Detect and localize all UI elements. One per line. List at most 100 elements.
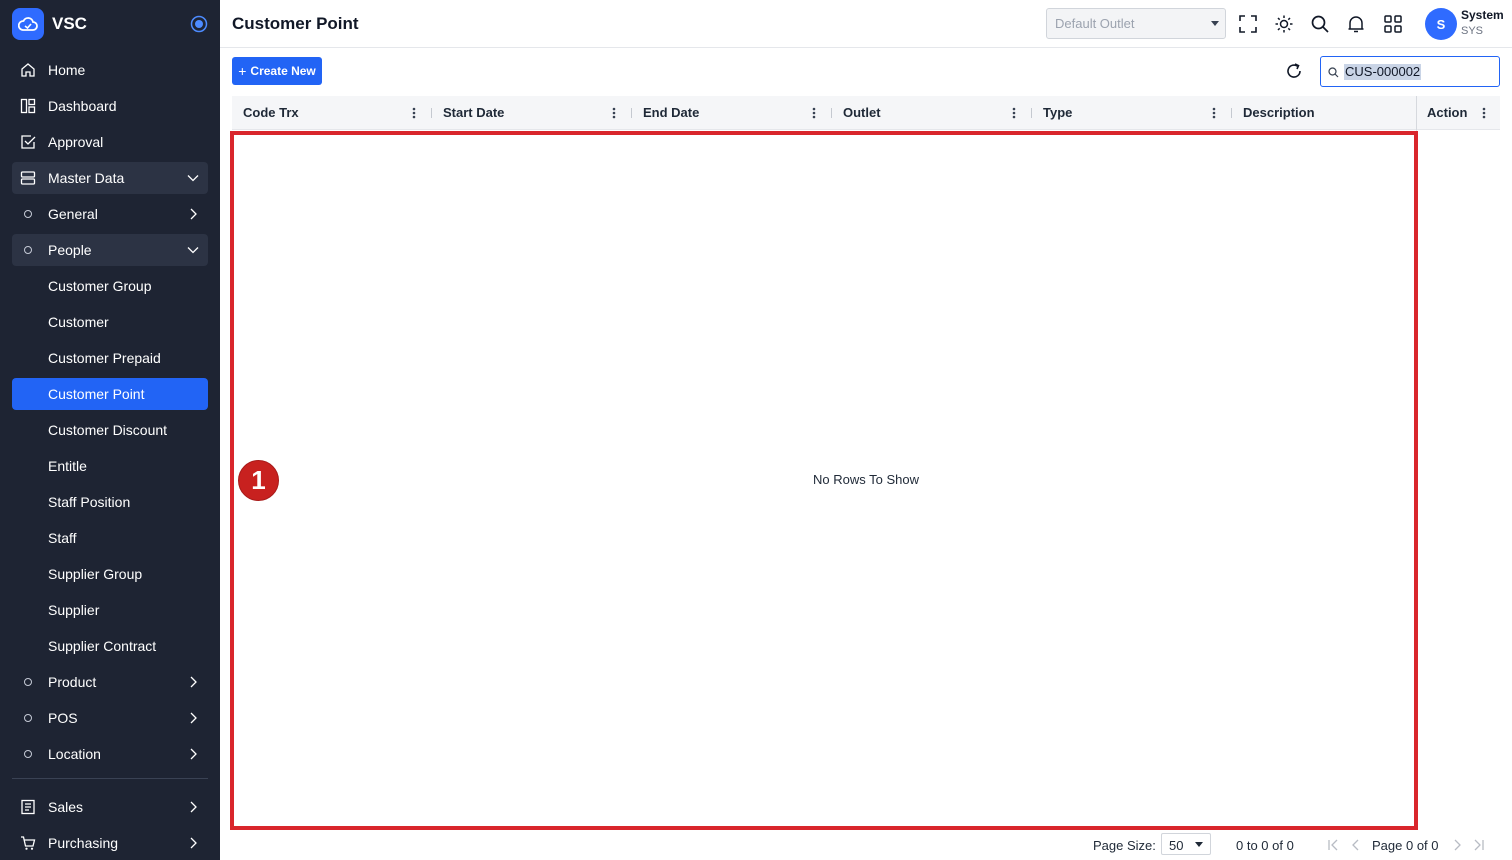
chevron-right-icon [190, 712, 197, 724]
search-input-value: CUS-000002 [1344, 64, 1422, 80]
page-size-label: Page Size: [1093, 838, 1156, 853]
bullet-icon [24, 750, 32, 758]
outlet-select-placeholder: Default Outlet [1055, 16, 1135, 31]
brand[interactable]: VSC [12, 8, 208, 40]
column-label: Type [1043, 105, 1073, 120]
bullet-icon [24, 210, 32, 218]
fullscreen-icon[interactable] [1238, 14, 1258, 34]
next-page-icon[interactable] [1451, 838, 1463, 852]
sidebar-item-label: Customer [48, 314, 109, 330]
home-icon [21, 63, 35, 77]
sidebar-item-label: Staff [48, 530, 77, 546]
column-label: End Date [643, 105, 700, 120]
column-header-description[interactable]: Description [1232, 96, 1416, 130]
column-menu-icon[interactable] [612, 107, 616, 119]
sidebar-item-customer-group[interactable]: Customer Group [12, 270, 208, 302]
sidebar-item-staff-position[interactable]: Staff Position [12, 486, 208, 518]
bell-icon[interactable] [1346, 14, 1366, 34]
create-new-label: Create New [250, 64, 316, 78]
sidebar-item-supplier[interactable]: Supplier [12, 594, 208, 626]
last-page-icon[interactable] [1473, 838, 1485, 852]
sidebar-item-label: Customer Prepaid [48, 350, 161, 366]
first-page-icon[interactable] [1327, 838, 1339, 852]
column-menu-icon[interactable] [1012, 107, 1016, 119]
column-header-end-date[interactable]: End Date [632, 96, 832, 130]
sidebar: VSC Home Dashboard Approval Master Data … [0, 0, 220, 860]
app-name: VSC [52, 14, 87, 33]
sidebar-item-label: Customer Discount [48, 422, 168, 438]
chevron-right-icon [190, 837, 197, 849]
column-label: Start Date [443, 105, 505, 120]
sidebar-item-label: Sales [48, 799, 84, 815]
sidebar-item-customer-point[interactable]: Customer Point [12, 378, 208, 410]
sidebar-item-dashboard[interactable]: Dashboard [12, 90, 208, 122]
sidebar-item-customer[interactable]: Customer [12, 306, 208, 338]
sidebar-item-label: Supplier Contract [48, 638, 157, 654]
search-icon[interactable] [1310, 14, 1330, 34]
sidebar-item-home[interactable]: Home [12, 54, 208, 86]
column-label: Outlet [843, 105, 881, 120]
column-label: Description [1243, 105, 1315, 120]
sidebar-item-label: Entitle [48, 458, 87, 474]
sidebar-item-sales[interactable]: Sales [12, 791, 208, 823]
sidebar-item-approval[interactable]: Approval [12, 126, 208, 158]
page-title: Customer Point [232, 14, 359, 33]
chevron-down-icon [187, 247, 199, 254]
search-icon [1328, 67, 1339, 78]
sidebar-item-supplier-contract[interactable]: Supplier Contract [12, 630, 208, 662]
sidebar-pin-icon[interactable] [190, 15, 208, 33]
sidebar-item-general[interactable]: General [12, 198, 208, 230]
apps-grid-icon[interactable] [1383, 14, 1403, 34]
sidebar-item-location[interactable]: Location [12, 738, 208, 770]
sidebar-item-product[interactable]: Product [12, 666, 208, 698]
sidebar-item-staff[interactable]: Staff [12, 522, 208, 554]
column-header-type[interactable]: Type [1032, 96, 1232, 130]
outlet-select[interactable]: Default Outlet [1046, 8, 1226, 39]
chevron-right-icon [190, 208, 197, 220]
column-header-action[interactable]: Action [1416, 96, 1500, 130]
user-name: System [1461, 8, 1504, 22]
sidebar-item-pos[interactable]: POS [12, 702, 208, 734]
page-size-select[interactable]: 50 [1161, 833, 1211, 855]
column-menu-icon[interactable] [412, 107, 416, 119]
cloud-logo-icon [12, 8, 44, 40]
search-input[interactable]: CUS-000002 [1320, 56, 1500, 87]
chevron-down-icon [187, 175, 199, 182]
chevron-right-icon [190, 801, 197, 813]
sidebar-item-customer-discount[interactable]: Customer Discount [12, 414, 208, 446]
dashboard-icon [20, 98, 36, 114]
sidebar-divider [12, 778, 208, 779]
action-column-body [1416, 130, 1500, 828]
row-range: 0 to 0 of 0 [1236, 838, 1294, 853]
sidebar-item-label: Home [48, 62, 86, 78]
column-header-outlet[interactable]: Outlet [832, 96, 1032, 130]
sidebar-item-label: Product [48, 674, 97, 690]
column-menu-icon[interactable] [1482, 107, 1486, 119]
column-menu-icon[interactable] [1212, 107, 1216, 119]
sidebar-item-supplier-group[interactable]: Supplier Group [12, 558, 208, 590]
top-bar: Customer Point Default Outlet S System S… [220, 0, 1512, 48]
server-icon [20, 171, 36, 185]
column-label: Code Trx [243, 105, 299, 120]
pagination-bar: Page Size: 50 0 to 0 of 0 Page 0 of 0 [220, 830, 1512, 860]
sidebar-item-master-data[interactable]: Master Data [12, 162, 208, 194]
chevron-right-icon [190, 748, 197, 760]
caret-down-icon [1195, 842, 1203, 847]
cart-icon [21, 836, 36, 850]
sidebar-item-purchasing[interactable]: Purchasing [12, 827, 208, 859]
plus-icon: + [238, 63, 247, 79]
sun-icon[interactable] [1274, 14, 1294, 34]
column-header-code-trx[interactable]: Code Trx [232, 96, 432, 130]
column-label: Action [1427, 105, 1468, 120]
column-menu-icon[interactable] [812, 107, 816, 119]
avatar[interactable]: S [1425, 8, 1457, 40]
prev-page-icon[interactable] [1350, 838, 1362, 852]
checkbox-icon [21, 135, 36, 149]
create-new-button[interactable]: + Create New [232, 57, 322, 85]
refresh-icon[interactable] [1285, 62, 1303, 80]
sidebar-item-label: Supplier [48, 602, 100, 618]
sidebar-item-entitle[interactable]: Entitle [12, 450, 208, 482]
sidebar-item-customer-prepaid[interactable]: Customer Prepaid [12, 342, 208, 374]
column-header-start-date[interactable]: Start Date [432, 96, 632, 130]
sidebar-item-people[interactable]: People [12, 234, 208, 266]
